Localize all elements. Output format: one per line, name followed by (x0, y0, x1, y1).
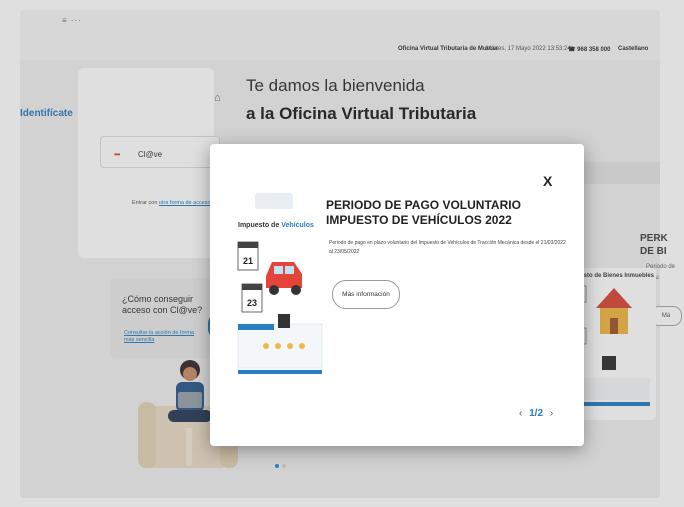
caption-highlight: Vehículos (281, 222, 314, 229)
modal-title: PERIODO DE PAGO VOLUNTARIO IMPUESTO DE V… (326, 198, 521, 227)
prev-arrow-icon[interactable]: ‹ (519, 408, 522, 419)
pager-count: 1/2 (529, 408, 544, 419)
modal-logo (255, 193, 293, 209)
more-info-button[interactable]: Más información (332, 280, 400, 309)
carousel-dots[interactable] (274, 463, 290, 469)
calendar-day-1: 21 (243, 256, 253, 266)
modal-description: Periodo de pago en plazo voluntario del … (329, 240, 566, 255)
calendar-day-2: 23 (247, 298, 257, 308)
next-arrow-icon[interactable]: › (550, 408, 553, 419)
screenshot: ≡ ··· Oficina Virtual Tributaria de Murc… (0, 0, 684, 507)
close-icon[interactable]: X (543, 173, 552, 189)
caption-prefix: Impuesto de (238, 222, 282, 229)
vehicle-tax-illustration: 21 23 (237, 241, 323, 374)
modal-image-caption: Impuesto de Vehículos (238, 222, 314, 229)
modal-pager: ‹ 1/2 › (519, 408, 553, 419)
